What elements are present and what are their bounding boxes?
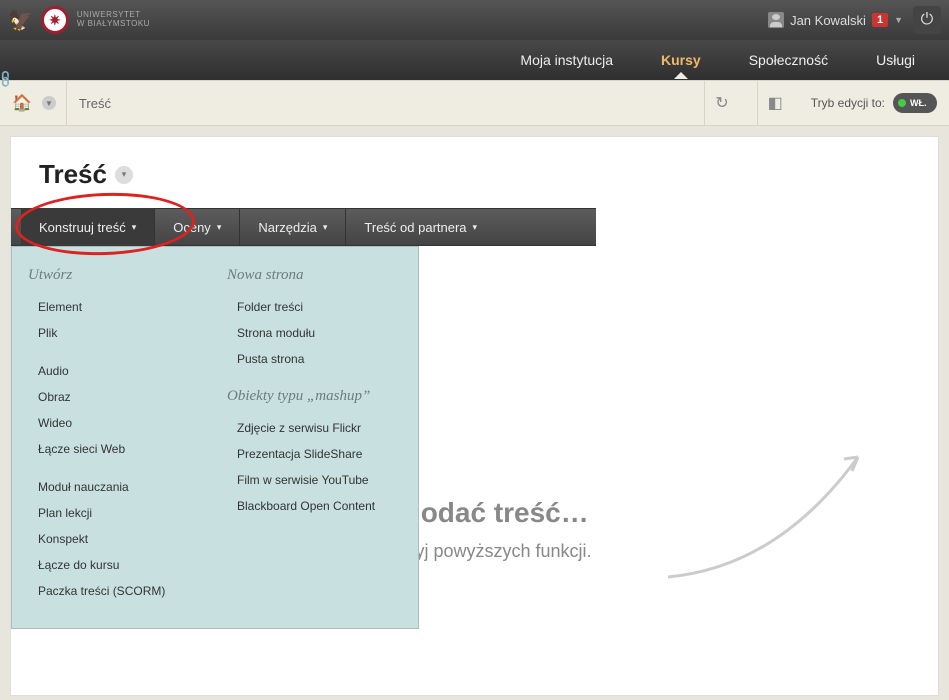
dd-item-syllabus[interactable]: Konspekt: [28, 526, 203, 552]
user-name: Jan Kowalski: [790, 13, 866, 28]
chevron-down-icon: ▼: [894, 15, 903, 25]
dd-list-newpage: Folder treści Strona modułu Pusta strona: [227, 294, 402, 372]
dd-item-scorm[interactable]: Paczka treści (SCORM): [28, 578, 203, 604]
dd-item-youtube[interactable]: Film w serwisie YouTube: [227, 467, 402, 493]
chevron-down-icon: ▾: [132, 222, 137, 233]
toggle-indicator-icon: [898, 99, 906, 107]
user-menu[interactable]: Jan Kowalski 1 ▼: [768, 12, 903, 28]
dd-item-image[interactable]: Obraz: [28, 384, 203, 410]
toggle-pill[interactable]: WŁ.: [893, 93, 937, 113]
dd-item-blank-page[interactable]: Pusta strona: [227, 346, 402, 372]
page-title-row: Treść ▾: [11, 137, 938, 208]
dd-list-create-c: Moduł nauczania Plan lekcji Konspekt Łąc…: [28, 474, 203, 604]
global-topbar: 🦅 ✷ UNIWERSYTET W BIAŁYMSTOKU Jan Kowals…: [0, 0, 949, 40]
action-bar: Konstruuj treść ▾ Oceny ▾ Narzędzia ▾ Tr…: [11, 208, 596, 246]
dropdown-col-right: Nowa strona Folder treści Strona modułu …: [215, 263, 414, 604]
dd-heading-create: Utwórz: [28, 267, 203, 284]
dd-item-bb-open[interactable]: Blackboard Open Content: [227, 493, 402, 519]
dd-item-weblink[interactable]: Łącze sieci Web: [28, 436, 203, 462]
curved-arrow-icon: [658, 437, 878, 587]
dd-heading-newpage: Nowa strona: [227, 267, 402, 284]
chevron-down-icon: ▾: [473, 222, 478, 233]
user-icon: [768, 12, 784, 28]
chevron-down-icon: ▾: [217, 222, 222, 233]
home-icon[interactable]: 🏠: [12, 93, 32, 113]
action-bar-container: Konstruuj treść ▾ Oceny ▾ Narzędzia ▾ Tr…: [11, 208, 938, 246]
dd-list-create-a: Element Plik: [28, 294, 203, 346]
action-tools[interactable]: Narzędzia ▾: [240, 208, 346, 246]
action-grades[interactable]: Oceny ▾: [155, 208, 240, 246]
dd-item-audio[interactable]: Audio: [28, 358, 203, 384]
breadcrumb-left: 🏠 ▼ Treść: [12, 80, 111, 126]
content-wrapper: Treść ▾ Konstruuj treść ▾ Oceny ▾ Narzęd…: [0, 126, 949, 696]
dd-item-module-page[interactable]: Strona modułu: [227, 320, 402, 346]
dd-item-video[interactable]: Wideo: [28, 410, 203, 436]
page-title: Treść: [39, 159, 107, 190]
action-partner-label: Treść od partnera: [364, 220, 466, 235]
dd-list-mashup: Zdjęcie z serwisu Flickr Prezentacja Sli…: [227, 415, 402, 519]
breadcrumb-right: ↻ ◧ Tryb edycji to: WŁ.: [704, 80, 937, 126]
dd-item-file[interactable]: Plik: [28, 320, 203, 346]
notification-badge: 1: [872, 13, 888, 27]
university-logo: ✷: [41, 6, 69, 34]
chevron-down-icon: ▾: [323, 222, 328, 233]
breadcrumb-title: Treść: [66, 80, 111, 126]
dd-item-flickr[interactable]: Zdjęcie z serwisu Flickr: [227, 415, 402, 441]
refresh-icon[interactable]: ↻: [704, 80, 738, 126]
edit-mode-toggle[interactable]: Tryb edycji to: WŁ.: [811, 93, 937, 113]
dd-heading-mashup: Obiekty typu „mashup”: [227, 388, 402, 405]
topbar-right: Jan Kowalski 1 ▼ ⏻: [768, 6, 941, 34]
nav-services[interactable]: Usługi: [872, 42, 919, 78]
dd-item-learning-module[interactable]: Moduł nauczania: [28, 474, 203, 500]
toggle-state: WŁ.: [910, 98, 927, 108]
dd-item-course-link[interactable]: Łącze do kursu: [28, 552, 203, 578]
topbar-left: 🦅 ✷ UNIWERSYTET W BIAŁYMSTOKU: [8, 6, 150, 34]
title-options-icon[interactable]: ▾: [115, 166, 133, 184]
state-eagle-icon: 🦅: [8, 8, 33, 33]
edit-mode-label: Tryb edycji to:: [811, 96, 885, 110]
logout-button[interactable]: ⏻: [913, 6, 941, 34]
uni-line2: W BIAŁYMSTOKU: [77, 20, 150, 29]
action-partner-content[interactable]: Treść od partnera ▾: [346, 208, 495, 246]
university-name: UNIWERSYTET W BIAŁYMSTOKU: [77, 11, 150, 29]
nav-institution[interactable]: Moja instytucja: [516, 42, 617, 78]
dropdown-col-create: Utwórz Element Plik Audio Obraz Wideo Łą…: [16, 263, 215, 604]
action-build-content[interactable]: Konstruuj treść ▾: [21, 208, 155, 246]
action-grades-label: Oceny: [173, 220, 211, 235]
build-content-dropdown: Utwórz Element Plik Audio Obraz Wideo Łą…: [11, 246, 419, 629]
dd-item-lesson-plan[interactable]: Plan lekcji: [28, 500, 203, 526]
primary-nav: Moja instytucja Kursy Społeczność Usługi: [0, 40, 949, 80]
action-build-label: Konstruuj treść: [39, 220, 126, 235]
dd-item-content-folder[interactable]: Folder treści: [227, 294, 402, 320]
nav-courses[interactable]: Kursy: [657, 42, 705, 78]
dd-item-element[interactable]: Element: [28, 294, 203, 320]
dd-item-slideshare[interactable]: Prezentacja SlideShare: [227, 441, 402, 467]
breadcrumb-bar: 🏠 ▼ Treść ↻ ◧ Tryb edycji to: WŁ.: [0, 80, 949, 126]
theme-icon[interactable]: ◧: [757, 80, 793, 126]
dd-list-create-b: Audio Obraz Wideo Łącze sieci Web: [28, 358, 203, 462]
breadcrumb-chevron-icon[interactable]: ▼: [42, 96, 56, 110]
content-card: Treść ▾ Konstruuj treść ▾ Oceny ▾ Narzęd…: [10, 136, 939, 696]
nav-community[interactable]: Społeczność: [745, 42, 832, 78]
action-tools-label: Narzędzia: [258, 220, 317, 235]
